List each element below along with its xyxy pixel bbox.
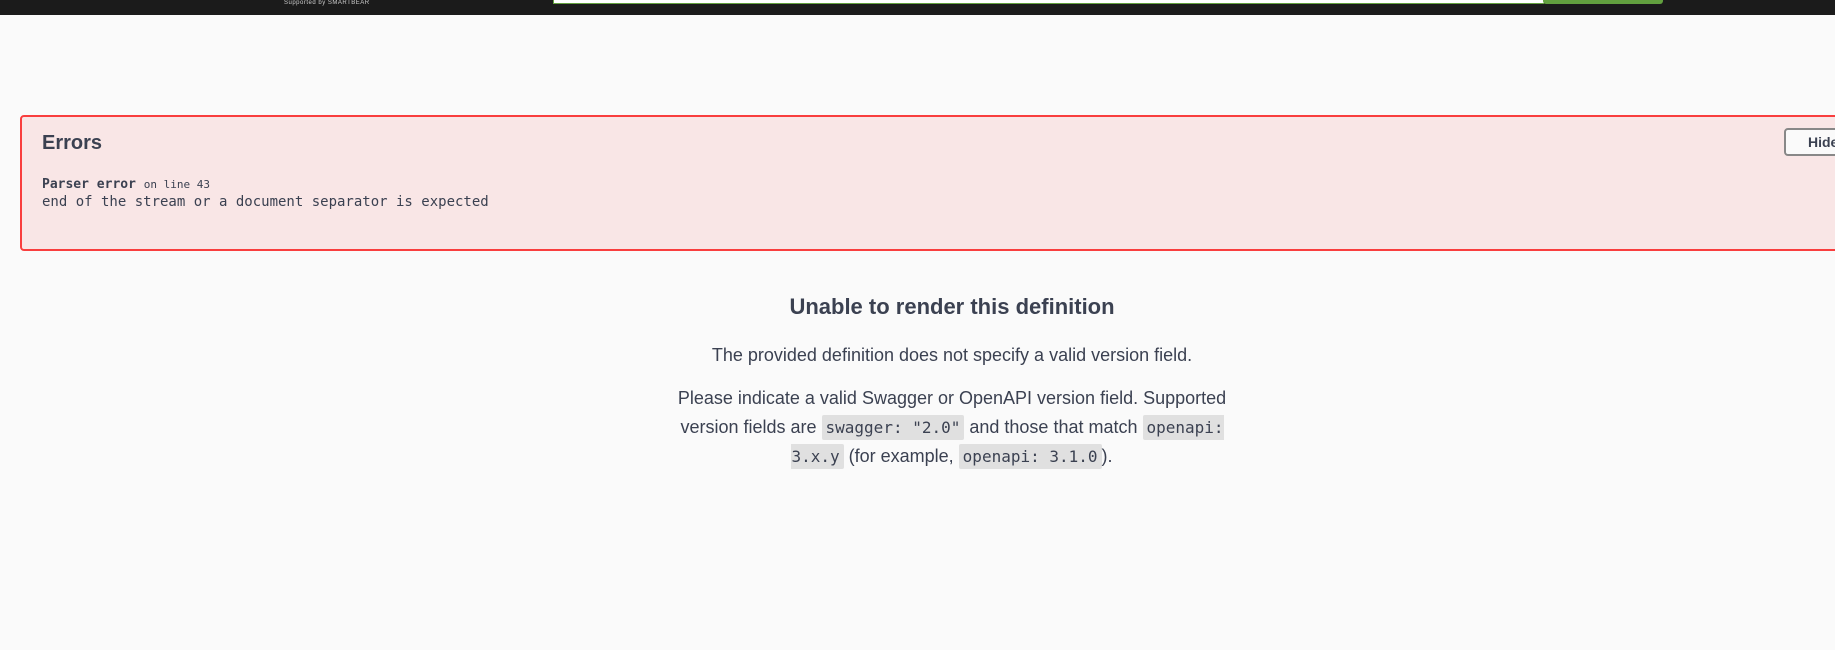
hide-errors-button[interactable]: Hide bbox=[1784, 128, 1835, 156]
errors-panel: Errors Hide Parser error on line 43 end … bbox=[20, 115, 1835, 251]
topbar: Supported by SMARTBEAR bbox=[0, 0, 1835, 15]
error-location: on line 43 bbox=[143, 178, 210, 191]
smartbear-logo: Supported by SMARTBEAR bbox=[284, 0, 370, 6]
explore-button[interactable] bbox=[1543, 0, 1663, 4]
instructions-text: and those that match bbox=[964, 417, 1143, 437]
error-type: Parser error bbox=[42, 177, 136, 192]
error-message: end of the stream or a document separato… bbox=[42, 194, 489, 210]
errors-title: Errors bbox=[42, 132, 103, 154]
fallback-title: Unable to render this definition bbox=[789, 294, 1115, 319]
fallback-description: The provided definition does not specify… bbox=[711, 345, 1193, 365]
fallback-instructions: Please indicate a valid Swagger or OpenA… bbox=[652, 384, 1252, 471]
definition-url-input[interactable] bbox=[553, 0, 1544, 4]
error-item: Parser error on line 43 end of the strea… bbox=[42, 177, 489, 211]
instructions-text: ). bbox=[1101, 446, 1113, 466]
swagger-version-code: swagger: "2.0" bbox=[821, 415, 965, 440]
instructions-text: (for example, bbox=[843, 446, 959, 466]
openapi-example-code: openapi: 3.1.0 bbox=[958, 444, 1102, 469]
render-fallback: Unable to render this definition The pro… bbox=[552, 292, 1352, 471]
